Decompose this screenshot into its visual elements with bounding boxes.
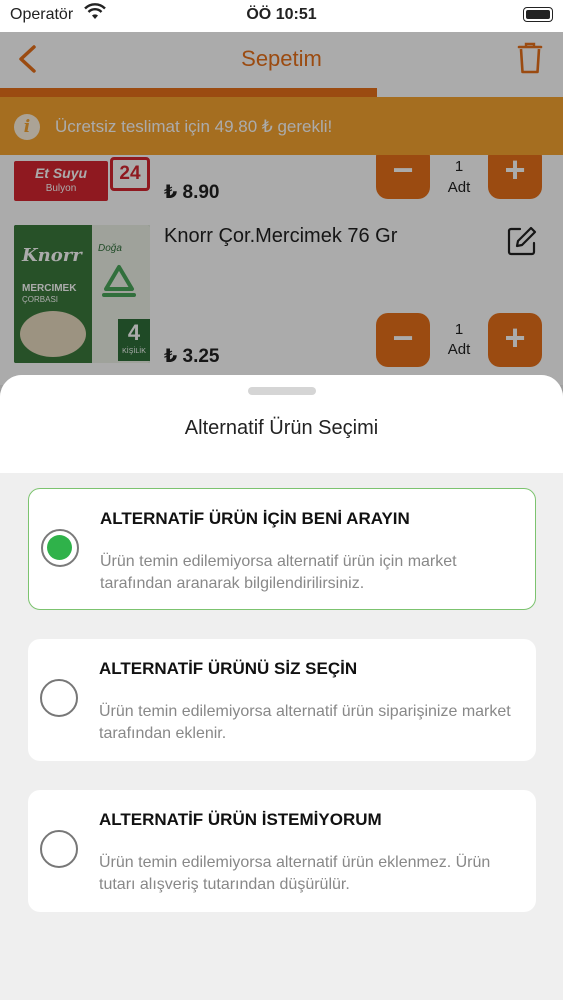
sheet-title: Alternatif Ürün Seçimi	[184, 417, 379, 439]
sheet-grabber[interactable]	[248, 387, 316, 395]
option-title: ALTERNATİF ÜRÜN İÇİN BENİ ARAYIN	[100, 509, 410, 528]
option-description: Ürün temin edilemiyorsa alternatif ürün …	[99, 703, 511, 742]
radio-unselected-icon[interactable]	[40, 830, 78, 868]
option-title: ALTERNATİF ÜRÜNÜ SİZ SEÇİN	[99, 659, 358, 678]
clock: ÖÖ 10:51	[246, 6, 317, 23]
option-call-me[interactable]: ALTERNATİF ÜRÜN İÇİN BENİ ARAYIN Ürün te…	[28, 488, 536, 610]
option-you-choose[interactable]: ALTERNATİF ÜRÜNÜ SİZ SEÇİN Ürün temin ed…	[28, 639, 536, 761]
status-bar: Operatör ÖÖ 10:51	[0, 0, 563, 32]
alternative-product-sheet: Alternatif Ürün Seçimi ALTERNATİF ÜRÜN İ…	[0, 375, 563, 1000]
battery-icon	[523, 7, 553, 22]
radio-unselected-icon[interactable]	[40, 679, 78, 717]
option-description: Ürün temin edilemiyorsa alternatif ürün …	[100, 553, 457, 592]
option-no-alternative[interactable]: ALTERNATİF ÜRÜN İSTEMİYORUM Ürün temin e…	[28, 790, 536, 912]
sheet-header: Alternatif Ürün Seçimi	[0, 375, 563, 473]
radio-selected-icon[interactable]	[41, 529, 79, 567]
option-description: Ürün temin edilemiyorsa alternatif ürün …	[99, 854, 491, 893]
option-title: ALTERNATİF ÜRÜN İSTEMİYORUM	[99, 810, 382, 829]
modal-backdrop[interactable]	[0, 32, 563, 432]
